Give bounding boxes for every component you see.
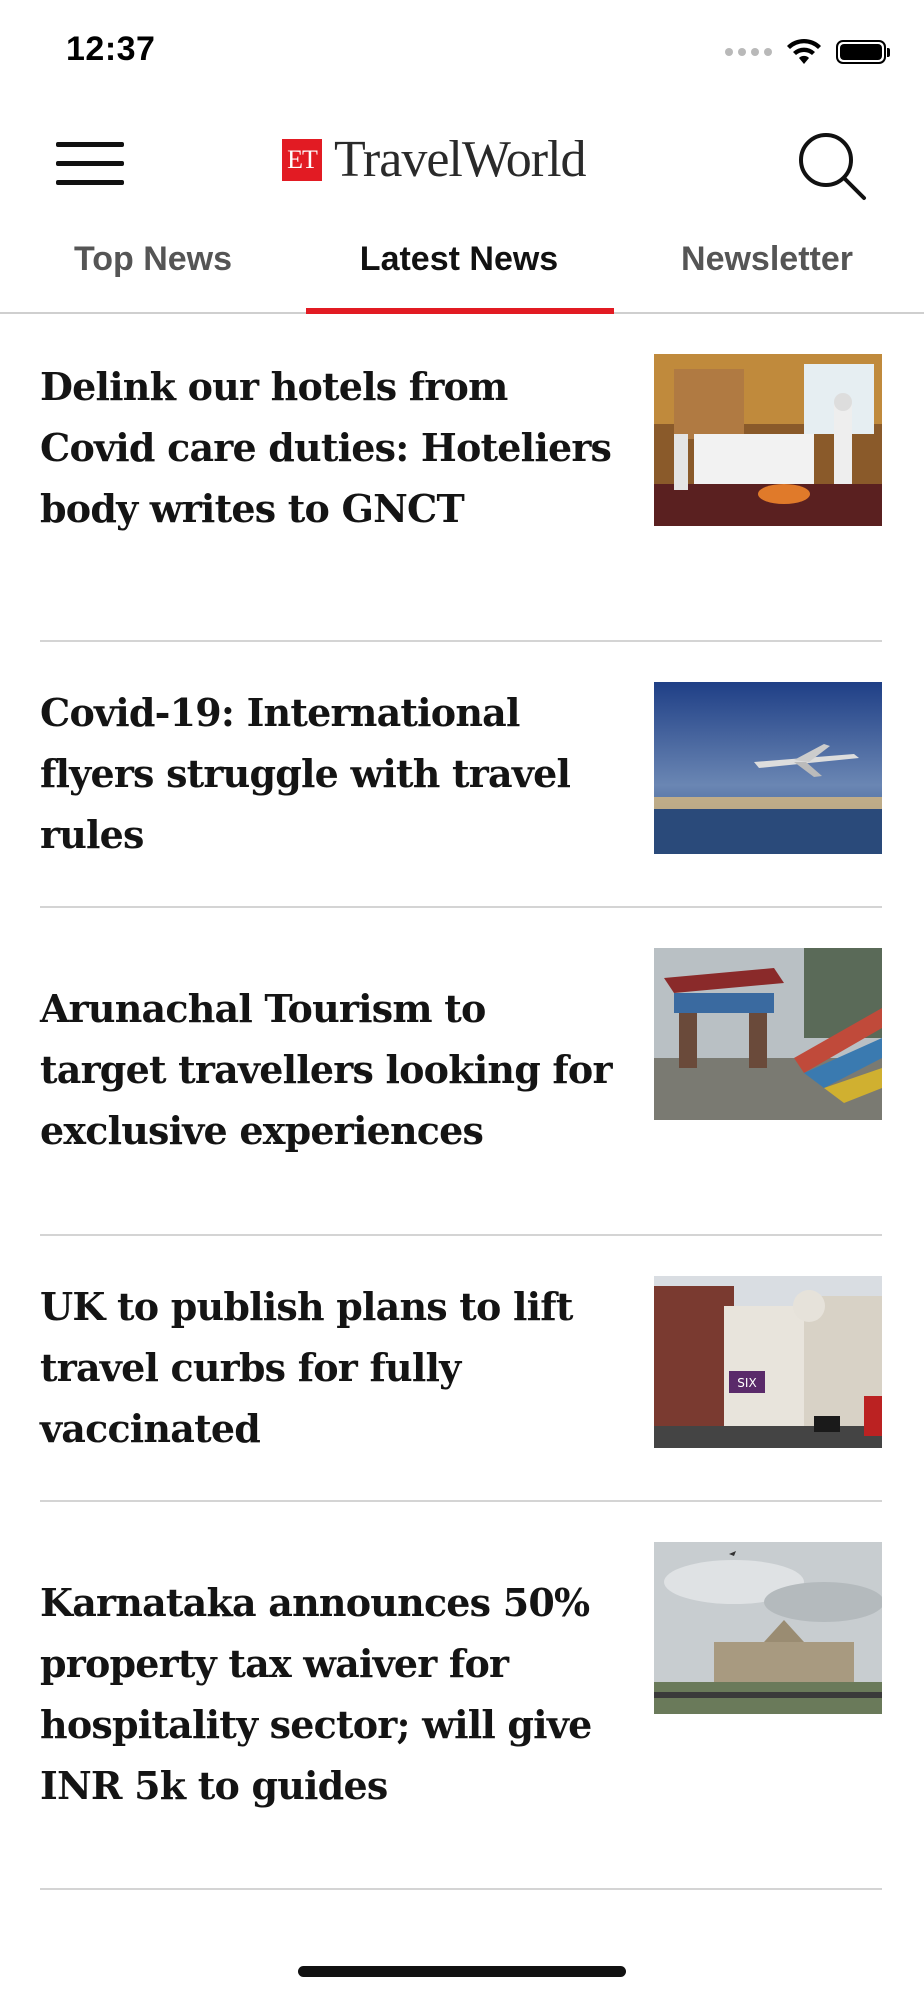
- tab-top-news[interactable]: Top News: [0, 216, 306, 312]
- brand-logo: ET TravelWorld: [282, 131, 587, 188]
- brand-name: TravelWorld: [334, 131, 587, 188]
- hotel-room-image: [654, 354, 882, 526]
- theatre-sign-text: SIX: [737, 1376, 756, 1390]
- status-icons: [725, 38, 890, 66]
- news-list-item[interactable]: Arunachal Tourism to target travellers l…: [40, 908, 882, 1236]
- search-icon[interactable]: [796, 130, 868, 202]
- tab-bar: Top News Latest News Newsletter: [0, 216, 924, 314]
- london-street-image: SIX: [654, 1276, 882, 1448]
- news-list-item[interactable]: UK to publish plans to lift travel curbs…: [40, 1236, 882, 1502]
- article-thumbnail: [654, 354, 882, 526]
- article-headline: Karnataka announces 50% property tax wai…: [40, 1580, 592, 1808]
- news-list-item[interactable]: Delink our hotels from Covid care duties…: [40, 316, 882, 642]
- article-thumbnail: [654, 682, 882, 854]
- article-thumbnail: [654, 948, 882, 1120]
- tab-newsletter[interactable]: Newsletter: [614, 216, 920, 312]
- article-headline: UK to publish plans to lift travel curbs…: [40, 1284, 573, 1451]
- news-list-item[interactable]: Karnataka announces 50% property tax wai…: [40, 1502, 882, 1890]
- battery-icon: [836, 40, 890, 64]
- article-headline: Covid-19: International flyers struggle …: [40, 690, 571, 857]
- vidhana-soudha-image: [654, 1542, 882, 1714]
- article-thumbnail: [654, 1542, 882, 1714]
- monastery-gate-image: [654, 948, 882, 1120]
- app-header: ET TravelWorld: [0, 110, 924, 216]
- tab-latest-news[interactable]: Latest News: [306, 216, 612, 312]
- article-headline: Arunachal Tourism to target travellers l…: [40, 986, 613, 1153]
- article-thumbnail: SIX: [654, 1276, 882, 1448]
- wifi-icon: [787, 38, 821, 64]
- home-indicator[interactable]: [298, 1966, 626, 1977]
- brand-mark: ET: [282, 139, 322, 181]
- active-tab-indicator: [306, 308, 614, 314]
- status-time: 12:37: [66, 30, 156, 68]
- article-headline: Delink our hotels from Covid care duties…: [40, 364, 612, 531]
- airplane-image: [654, 682, 882, 854]
- status-bar: 12:37: [0, 0, 924, 110]
- hamburger-menu-icon[interactable]: [56, 136, 126, 192]
- cellular-signal-icon: [725, 48, 772, 56]
- news-list-item[interactable]: Covid-19: International flyers struggle …: [40, 642, 882, 908]
